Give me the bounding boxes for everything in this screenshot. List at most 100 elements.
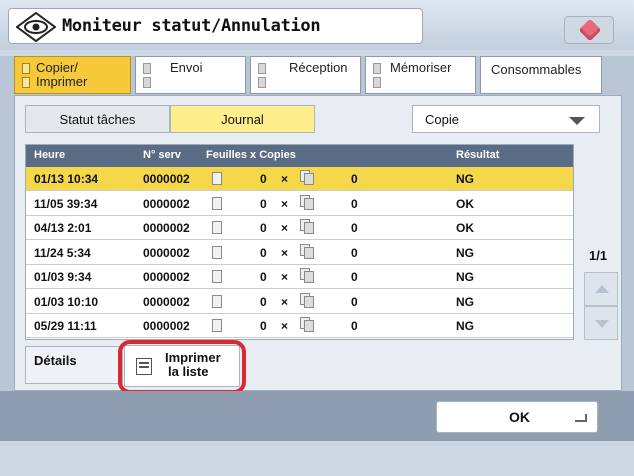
cell-sheets: 0 [260, 196, 267, 211]
cell-times-sign: × [281, 172, 289, 186]
table-row[interactable]: 11/24 5:34 0000002 0 × 0 NG [26, 240, 573, 265]
page-indicator: 1/1 [589, 248, 608, 263]
indicator-icon [143, 63, 151, 74]
table-row[interactable]: 05/29 11:11 0000002 0 × 0 NG [26, 314, 573, 338]
cube-icon [578, 18, 602, 42]
indicator-icon [143, 77, 151, 88]
tab-label: Envoi [170, 60, 203, 75]
cell-result: NG [456, 319, 474, 333]
highlight-outline [118, 340, 246, 394]
copies-icon [300, 317, 316, 333]
type-select-value: Copie [425, 112, 459, 127]
details-label: Détails [34, 353, 77, 368]
cell-copies: 0 [351, 196, 358, 211]
table-row[interactable]: 04/13 2:01 0000002 0 × 0 OK [26, 216, 573, 240]
copies-icon [300, 219, 316, 235]
cell-sheets: 0 [260, 172, 267, 186]
cell-copies: 0 [351, 270, 358, 284]
table-row[interactable]: 01/13 10:34 0000002 0 × 0 NG [26, 167, 573, 191]
bottom-strip [0, 441, 634, 476]
cell-copies: 0 [351, 245, 358, 260]
sheet-icon [212, 270, 222, 283]
tab-statut-taches[interactable]: Statut tâches [25, 105, 170, 133]
ok-label: OK [509, 409, 530, 425]
tab-reception[interactable]: Réception [250, 56, 361, 94]
cell-result: NG [456, 245, 474, 260]
cell-time: 11/05 39:34 [34, 196, 98, 211]
cell-times-sign: × [281, 245, 289, 260]
cell-sheets: 0 [260, 221, 267, 235]
sheet-icon [212, 221, 222, 234]
ok-button[interactable]: OK [436, 401, 598, 433]
tab-consommables[interactable]: Consommables [480, 56, 602, 94]
cell-result: OK [456, 221, 474, 235]
cell-time: 01/03 9:34 [34, 270, 92, 284]
scroll-down-button[interactable] [584, 306, 618, 340]
cell-copies: 0 [351, 172, 358, 186]
cell-sheets: 0 [260, 270, 267, 284]
cell-time: 01/03 10:10 [34, 294, 99, 309]
cell-result: OK [456, 196, 474, 211]
cell-result: NG [456, 172, 474, 186]
page-title: Moniteur statut/Annulation [62, 16, 321, 36]
arrow-up-icon [595, 285, 609, 293]
cube-button[interactable] [564, 16, 614, 44]
copies-icon [300, 268, 316, 284]
indicator-icon [258, 77, 266, 88]
indicator-icon [22, 77, 30, 88]
cell-num: 0000002 [143, 319, 190, 333]
cell-times-sign: × [281, 221, 289, 235]
col-num-serv: N° serv [143, 149, 182, 161]
indicator-icon [258, 63, 266, 74]
indicator-icon [373, 77, 381, 88]
copies-icon [300, 292, 316, 309]
cell-num: 0000002 [143, 221, 190, 235]
tab-journal[interactable]: Journal [170, 105, 315, 133]
type-select[interactable]: Copie [412, 105, 600, 133]
eye-diamond-icon [16, 12, 56, 42]
cell-copies: 0 [351, 294, 358, 309]
chevron-down-icon [569, 117, 585, 125]
cell-result: NG [456, 294, 474, 309]
tab-memoriser[interactable]: Mémoriser [365, 56, 476, 94]
arrow-down-icon [595, 320, 609, 328]
category-tabs: Copier/ Imprimer Envoi Réception Mémoris… [14, 56, 622, 94]
tab-envoi[interactable]: Envoi [135, 56, 246, 94]
cell-time: 01/13 10:34 [34, 172, 99, 186]
cell-num: 0000002 [143, 172, 190, 186]
cell-sheets: 0 [260, 319, 267, 333]
copies-icon [300, 170, 316, 186]
title-bar: Moniteur statut/Annulation [0, 0, 634, 50]
tab-label: Consommables [491, 62, 582, 77]
cell-sheets: 0 [260, 245, 267, 260]
cell-num: 0000002 [143, 196, 190, 211]
tab-label: Mémoriser [390, 60, 452, 75]
journal-table: Heure N° serv Feuilles x Copies Résultat… [25, 144, 574, 340]
tab-copier-imprimer[interactable]: Copier/ Imprimer [14, 56, 131, 94]
table-row[interactable]: 01/03 9:34 0000002 0 × 0 NG [26, 265, 573, 289]
cell-num: 0000002 [143, 294, 190, 309]
cell-copies: 0 [351, 221, 358, 235]
col-resultat: Résultat [456, 149, 500, 161]
col-feuilles-copies: Feuilles x Copies [206, 149, 296, 161]
sheet-icon [212, 245, 222, 259]
cell-times-sign: × [281, 319, 289, 333]
indicator-icon [373, 63, 381, 74]
sheet-icon [212, 196, 222, 210]
tab-label: Réception [289, 60, 348, 75]
cell-times-sign: × [281, 196, 289, 211]
indicator-icon [22, 63, 30, 74]
details-button[interactable]: Détails [25, 346, 123, 384]
table-header: Heure N° serv Feuilles x Copies Résultat [26, 145, 573, 167]
sheet-icon [212, 172, 222, 185]
scroll-up-button[interactable] [584, 272, 618, 306]
cell-result: NG [456, 270, 474, 284]
cell-copies: 0 [351, 319, 358, 333]
table-row[interactable]: 11/05 39:34 0000002 0 × 0 OK [26, 191, 573, 216]
tab-label: Copier/ Imprimer [36, 60, 88, 89]
cell-time: 04/13 2:01 [34, 221, 92, 235]
table-row[interactable]: 01/03 10:10 0000002 0 × 0 NG [26, 289, 573, 314]
cell-num: 0000002 [143, 245, 190, 260]
cell-times-sign: × [281, 294, 289, 309]
copies-icon [300, 243, 316, 260]
